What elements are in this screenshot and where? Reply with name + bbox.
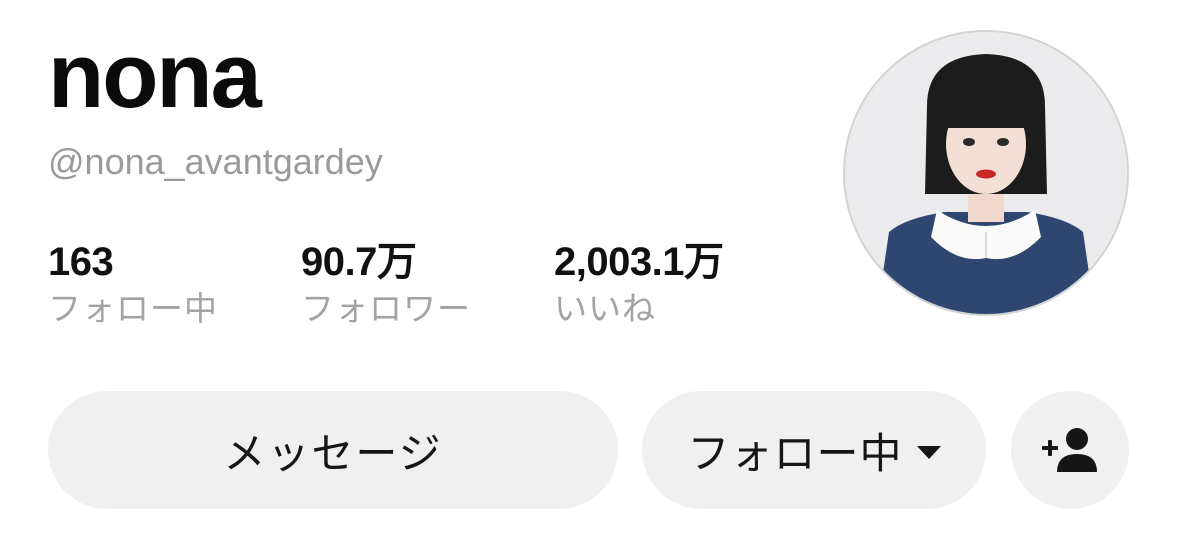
avatar-portrait-icon <box>845 32 1127 314</box>
following-button-label: フォロー中 <box>687 429 903 477</box>
message-button-label: メッセージ <box>223 429 443 477</box>
stat-likes: 2,003.1万 いいね <box>554 240 814 332</box>
avatar[interactable] <box>843 30 1129 316</box>
add-user-icon <box>1042 428 1097 472</box>
stat-likes-count: 2,003.1万 <box>554 240 724 284</box>
stat-followers-label: フォロワー <box>301 290 471 327</box>
stat-following[interactable]: 163 フォロー中 <box>48 240 301 332</box>
profile-name: nona <box>48 25 262 127</box>
message-button[interactable]: メッセージ <box>48 391 618 509</box>
stat-followers-count: 90.7万 <box>301 240 417 284</box>
add-user-button[interactable] <box>1011 391 1129 509</box>
following-dropdown-button[interactable]: フォロー中 <box>642 391 986 509</box>
stat-following-label: フォロー中 <box>48 290 218 327</box>
profile-handle: @nona_avantgardey <box>48 141 383 182</box>
caret-down-icon <box>916 445 941 459</box>
stat-followers[interactable]: 90.7万 フォロワー <box>301 240 554 332</box>
stat-following-count: 163 <box>48 240 114 284</box>
profile-stats: 163 フォロー中 90.7万 フォロワー 2,003.1万 いいね <box>48 240 814 332</box>
stat-likes-label: いいね <box>554 290 656 327</box>
